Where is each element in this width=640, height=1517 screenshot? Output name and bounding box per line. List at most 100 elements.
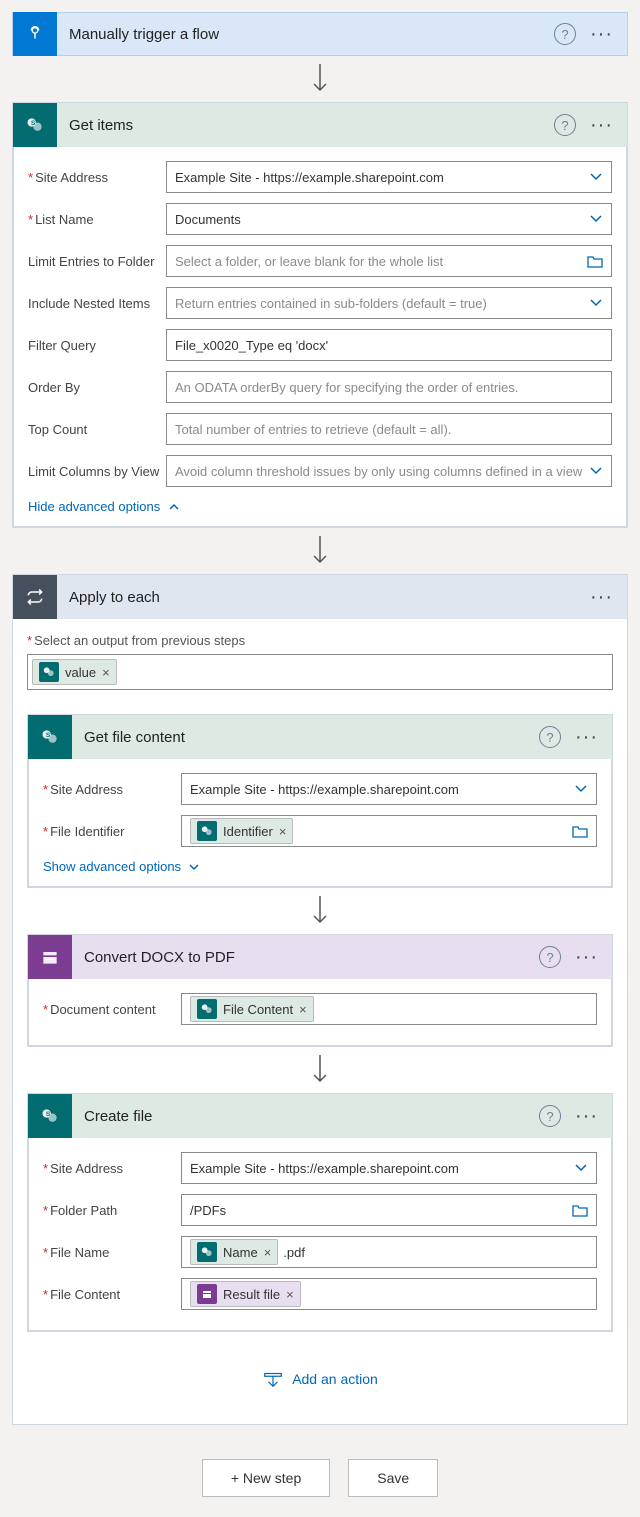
chevron-up-icon (168, 501, 180, 513)
label-file-name: *File Name (43, 1245, 181, 1260)
doc-content-input[interactable]: File Content× (181, 993, 597, 1025)
label-filter-query: Filter Query (28, 338, 166, 353)
convert-card: Convert DOCX to PDF ? ··· *Document cont… (27, 934, 613, 1047)
remove-token-icon[interactable]: × (279, 824, 287, 839)
label-order-by: Order By (28, 380, 166, 395)
include-nested-select[interactable]: Return entries contained in sub-folders … (166, 287, 612, 319)
site-address-select[interactable]: Example Site - https://example.sharepoin… (181, 773, 597, 805)
help-icon[interactable]: ? (539, 946, 561, 968)
svg-text:S: S (31, 120, 36, 127)
top-count-input[interactable]: Total number of entries to retrieve (def… (166, 413, 612, 445)
value-token[interactable]: value× (32, 659, 117, 685)
menu-icon[interactable]: ··· (584, 587, 619, 607)
get-file-content-card: S Get file content ? ··· *Site AddressEx… (27, 714, 613, 888)
file-content-input[interactable]: Result file× (181, 1278, 597, 1310)
convert-title: Convert DOCX to PDF (72, 949, 539, 966)
label-top-count: Top Count (28, 422, 166, 437)
menu-icon[interactable]: ··· (569, 727, 604, 747)
svg-text:S: S (46, 1111, 51, 1118)
site-address-select[interactable]: Example Site - https://example.sharepoin… (166, 161, 612, 193)
chevron-down-icon (589, 212, 603, 226)
output-token-field[interactable]: value× (27, 654, 613, 690)
get-file-header[interactable]: S Get file content ? ··· (28, 715, 612, 759)
sharepoint-icon (197, 821, 217, 841)
add-action-button[interactable]: Add an action (27, 1332, 613, 1410)
label-list-name: *List Name (28, 212, 166, 227)
file-id-input[interactable]: Identifier× (181, 815, 597, 847)
list-name-select[interactable]: Documents (166, 203, 612, 235)
label-file-identifier: *File Identifier (43, 824, 181, 839)
remove-token-icon[interactable]: × (102, 665, 110, 680)
sharepoint-icon: S (28, 1094, 72, 1138)
file-content-token[interactable]: File Content× (190, 996, 314, 1022)
label-doc-content: *Document content (43, 1002, 181, 1017)
help-icon[interactable]: ? (554, 23, 576, 45)
remove-token-icon[interactable]: × (299, 1002, 307, 1017)
identifier-token[interactable]: Identifier× (190, 818, 293, 844)
arrow-icon (12, 528, 628, 574)
limit-folder-input[interactable]: Select a folder, or leave blank for the … (166, 245, 612, 277)
sharepoint-icon: S (13, 103, 57, 147)
help-icon[interactable]: ? (554, 114, 576, 136)
help-icon[interactable]: ? (539, 1105, 561, 1127)
menu-icon[interactable]: ··· (584, 115, 619, 135)
convert-header[interactable]: Convert DOCX to PDF ? ··· (28, 935, 612, 979)
label-limit-folder: Limit Entries to Folder (28, 254, 166, 269)
remove-token-icon[interactable]: × (286, 1287, 294, 1302)
trigger-header[interactable]: Manually trigger a flow ? ··· (12, 12, 628, 56)
chevron-down-icon (589, 464, 603, 478)
hide-advanced-link[interactable]: Hide advanced options (28, 499, 180, 514)
create-file-header[interactable]: S Create file ? ··· (28, 1094, 612, 1138)
select-output-label: *Select an output from previous steps (27, 633, 613, 648)
label-file-content: *File Content (43, 1287, 181, 1302)
show-advanced-link[interactable]: Show advanced options (43, 859, 200, 874)
label-site-address: *Site Address (28, 170, 166, 185)
convert-icon (28, 935, 72, 979)
site-address-select[interactable]: Example Site - https://example.sharepoin… (181, 1152, 597, 1184)
loop-icon (13, 575, 57, 619)
result-file-token[interactable]: Result file× (190, 1281, 301, 1307)
arrow-icon (27, 888, 613, 934)
sharepoint-icon: S (28, 715, 72, 759)
limit-cols-select[interactable]: Avoid column threshold issues by only us… (166, 455, 612, 487)
add-action-icon (262, 1368, 284, 1390)
chevron-down-icon (589, 170, 603, 184)
menu-icon[interactable]: ··· (584, 24, 619, 44)
chevron-down-icon (589, 296, 603, 310)
filter-query-input[interactable]: File_x0020_Type eq 'docx' (166, 329, 612, 361)
label-include-nested: Include Nested Items (28, 296, 166, 311)
label-folder-path: *Folder Path (43, 1203, 181, 1218)
label-site-address: *Site Address (43, 1161, 181, 1176)
menu-icon[interactable]: ··· (569, 947, 604, 967)
chevron-down-icon (188, 861, 200, 873)
sharepoint-icon (197, 999, 217, 1019)
chevron-down-icon (574, 1161, 588, 1175)
folder-icon[interactable] (572, 824, 588, 838)
svg-text:S: S (46, 732, 51, 739)
label-limit-cols: Limit Columns by View (28, 464, 166, 479)
name-token[interactable]: Name× (190, 1239, 278, 1265)
save-button[interactable]: Save (348, 1459, 438, 1497)
folder-icon[interactable] (587, 254, 603, 268)
convert-icon (197, 1284, 217, 1304)
trigger-title: Manually trigger a flow (57, 26, 554, 43)
new-step-button[interactable]: + New step (202, 1459, 330, 1497)
help-icon[interactable]: ? (539, 726, 561, 748)
create-file-title: Create file (72, 1108, 539, 1125)
sharepoint-icon (197, 1242, 217, 1262)
file-name-suffix: .pdf (283, 1245, 305, 1260)
menu-icon[interactable]: ··· (569, 1106, 604, 1126)
get-items-header[interactable]: S Get items ? ··· (13, 103, 627, 147)
remove-token-icon[interactable]: × (264, 1245, 272, 1260)
apply-each-container: Apply to each ··· *Select an output from… (12, 574, 628, 1425)
folder-icon[interactable] (572, 1203, 588, 1217)
create-file-card: S Create file ? ··· *Site AddressExample… (27, 1093, 613, 1332)
file-name-input[interactable]: Name× .pdf (181, 1236, 597, 1268)
chevron-down-icon (574, 782, 588, 796)
label-site-address: *Site Address (43, 782, 181, 797)
folder-path-input[interactable]: /PDFs (181, 1194, 597, 1226)
apply-each-header[interactable]: Apply to each ··· (13, 575, 627, 619)
arrow-icon (27, 1047, 613, 1093)
arrow-icon (12, 56, 628, 102)
order-by-input[interactable]: An ODATA orderBy query for specifying th… (166, 371, 612, 403)
